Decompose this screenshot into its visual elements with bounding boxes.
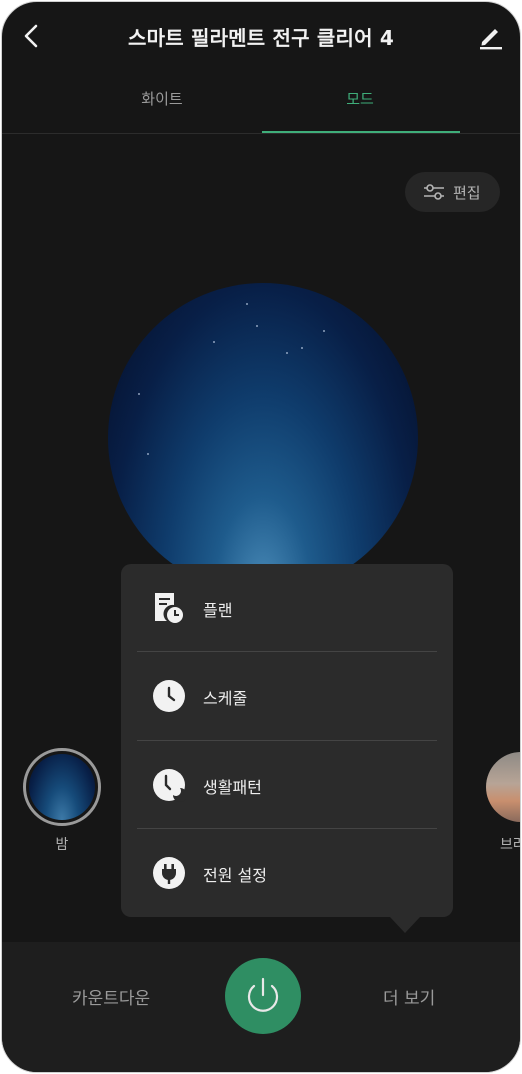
star [301, 347, 303, 349]
star [138, 393, 140, 395]
plug-icon [153, 857, 185, 889]
edit-modes-label: 편집 [453, 184, 481, 202]
chevron-left-icon [24, 24, 38, 48]
bottom-action-bar: 카운트다운 더 보기 [2, 942, 520, 1072]
app-header: 스마트 필라멘트 전구 클리어 4 [2, 2, 520, 72]
star [213, 341, 215, 343]
mode-thumb-night-label: 밤 [55, 837, 69, 853]
mode-thumb-bright[interactable] [486, 752, 520, 822]
tab-mode[interactable]: 모드 [260, 76, 460, 134]
mode-preview-orb [108, 283, 418, 593]
power-icon [247, 977, 279, 1012]
edit-modes-button[interactable]: 편집 [405, 172, 500, 212]
star [256, 325, 258, 327]
menu-item-plan-label: 플랜 [203, 601, 233, 620]
menu-item-schedule[interactable]: 스케줄 [121, 652, 453, 740]
menu-item-life-pattern[interactable]: 생활패턴 [121, 741, 453, 829]
star [323, 330, 325, 332]
menu-item-power-settings[interactable]: 전원 설정 [121, 829, 453, 917]
sliders-icon [424, 184, 444, 200]
mode-thumb-night-image [29, 754, 95, 820]
tab-white[interactable]: 화이트 [62, 76, 262, 134]
plan-icon [155, 593, 183, 623]
device-screen: 스마트 필라멘트 전구 클리어 4 화이트 모드 편집 밤 브 플랜 스케줄 생… [1, 1, 521, 1073]
menu-item-plan[interactable]: 플랜 [121, 564, 453, 652]
power-button[interactable] [225, 958, 301, 1034]
menu-pointer [390, 917, 420, 933]
more-menu: 플랜 스케줄 생활패턴 전원 설정 [121, 564, 453, 917]
countdown-button[interactable]: 카운트다운 [72, 984, 150, 1009]
star [246, 303, 248, 305]
edit-name-button[interactable] [474, 20, 506, 52]
clock-icon [153, 680, 185, 712]
mode-thumb-bright-label: 브라 [500, 837, 520, 853]
menu-item-schedule-label: 스케줄 [203, 689, 248, 708]
star [147, 453, 149, 455]
back-button[interactable] [16, 20, 48, 52]
mode-thumb-night[interactable] [23, 748, 101, 826]
pencil-icon [480, 29, 502, 50]
menu-item-power-settings-label: 전원 설정 [203, 866, 267, 885]
menu-item-life-pattern-label: 생활패턴 [203, 778, 262, 797]
tab-indicator [262, 131, 460, 133]
life-pattern-icon [153, 769, 186, 802]
more-button[interactable]: 더 보기 [383, 984, 435, 1009]
star [286, 352, 288, 354]
mode-tabs: 화이트 모드 [2, 76, 520, 134]
page-title: 스마트 필라멘트 전구 클리어 4 [128, 26, 394, 50]
